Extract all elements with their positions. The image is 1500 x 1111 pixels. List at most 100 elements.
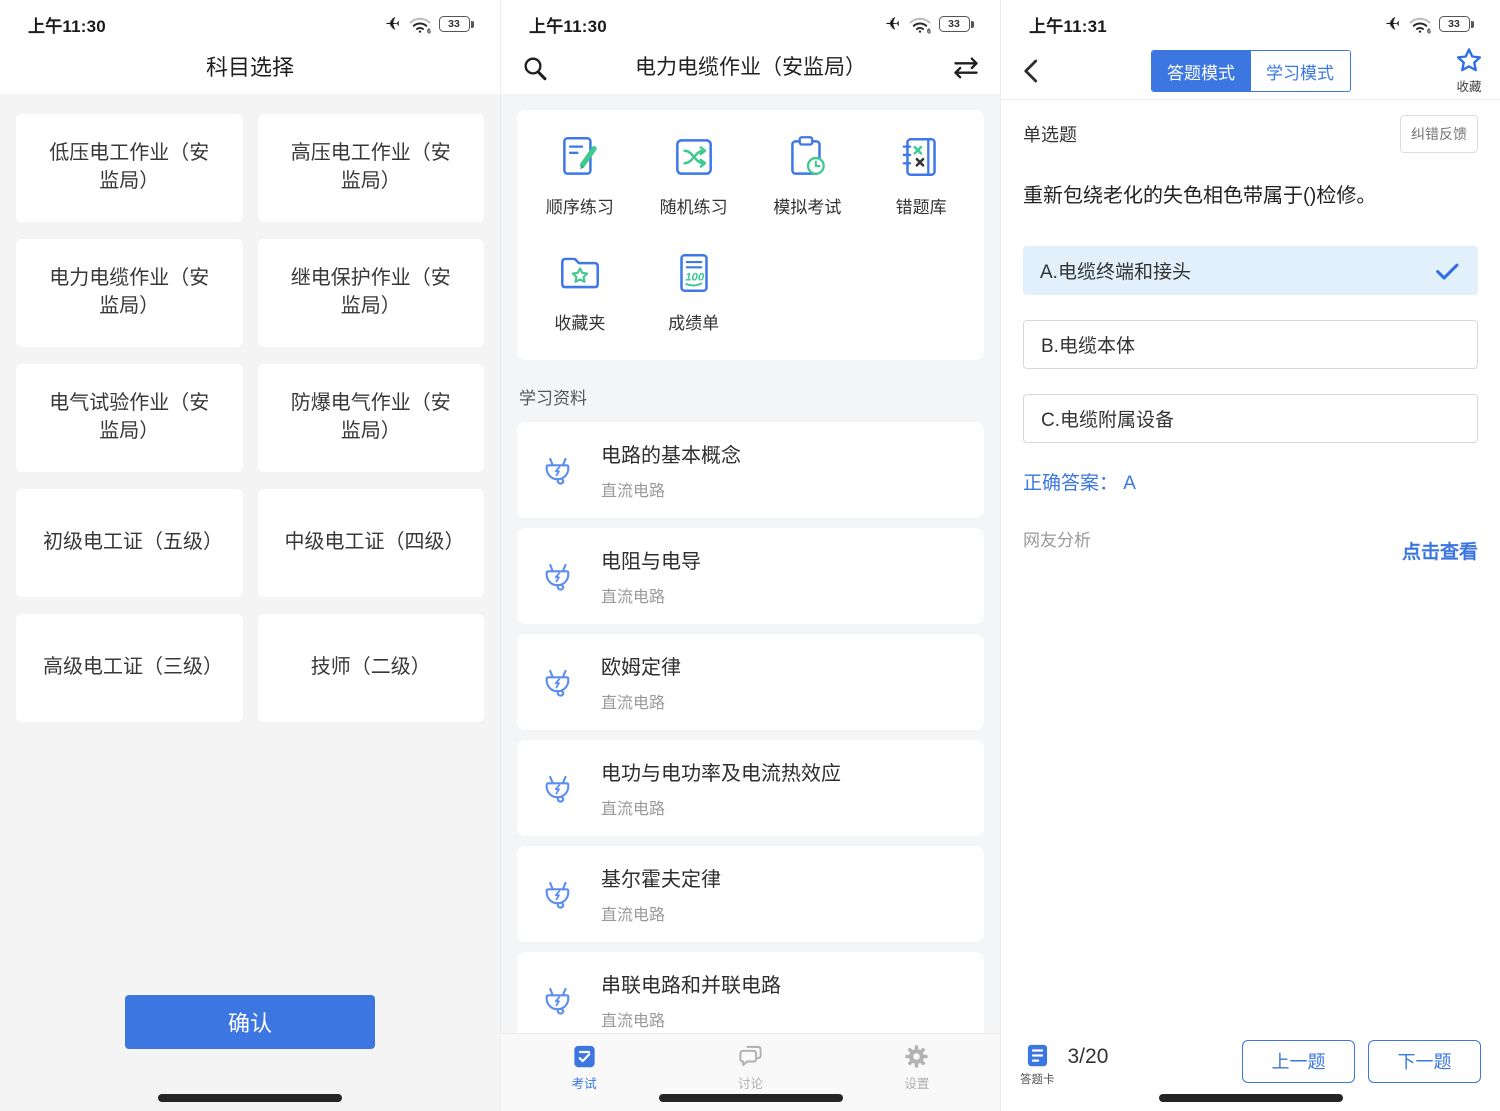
- plug-icon: [537, 767, 579, 809]
- subject-card-junior-cert[interactable]: 初级电工证（五级）: [16, 489, 243, 597]
- plug-icon: [537, 555, 579, 597]
- answer-card-button[interactable]: 答题卡: [1020, 1042, 1055, 1087]
- answer-card-icon: [1024, 1042, 1051, 1069]
- status-icons: ✈ 6 33: [1385, 15, 1474, 34]
- error-feedback-button[interactable]: 纠错反馈: [1400, 115, 1478, 153]
- action-favorites-folder[interactable]: 收藏夹: [523, 248, 637, 334]
- view-analysis-link[interactable]: 点击查看: [1402, 537, 1478, 564]
- quiz-header: 答题模式 学习模式 收藏: [1001, 48, 1500, 100]
- settings-gear-icon: [903, 1043, 930, 1070]
- mode-switch: 答题模式 学习模式: [1151, 50, 1351, 92]
- tab-settings[interactable]: 设置: [834, 1034, 1000, 1111]
- airplane-mode-icon: ✈: [885, 15, 900, 33]
- battery-icon: 33: [939, 16, 975, 32]
- question-type-label: 单选题: [1023, 121, 1077, 147]
- svg-text:6: 6: [1427, 28, 1431, 34]
- star-icon: [1454, 46, 1484, 76]
- folder-star-icon: [555, 248, 605, 298]
- confirm-button[interactable]: 确认: [125, 995, 375, 1049]
- status-icons: ✈ 6 33: [885, 15, 974, 34]
- subject-grid: 低压电工作业（安监局） 高压电工作业（安监局） 电力电缆作业（安监局） 继电保护…: [16, 114, 484, 722]
- screen-course-home: 上午11:30 ✈ 6 33 电力电缆作业（安监局）: [500, 0, 1000, 1111]
- plug-icon: [537, 979, 579, 1021]
- next-question-button[interactable]: 下一题: [1368, 1040, 1481, 1083]
- subject-card-relay-protection[interactable]: 继电保护作业（安监局）: [258, 239, 485, 347]
- status-bar: 上午11:31 ✈ 6 33: [1001, 0, 1500, 48]
- tab-exam[interactable]: 考试: [501, 1034, 667, 1111]
- subject-card-intermediate-cert[interactable]: 中级电工证（四级）: [258, 489, 485, 597]
- home-indicator: [659, 1094, 843, 1102]
- svg-text:6: 6: [927, 28, 931, 34]
- material-item-basic-concepts[interactable]: 电路的基本概念 直流电路: [517, 422, 984, 518]
- course-title: 电力电缆作业（安监局）: [501, 48, 1000, 88]
- exam-tab-icon: [571, 1043, 598, 1070]
- plug-icon: [537, 661, 579, 703]
- status-time: 上午11:30: [28, 12, 106, 37]
- battery-icon: 33: [1439, 16, 1475, 32]
- subject-card-electrical-test[interactable]: 电气试验作业（安监局）: [16, 364, 243, 472]
- checkmark-icon: [1433, 257, 1461, 285]
- status-icons: ✈ 6 33: [385, 15, 474, 34]
- correct-answer-label: 正确答案： A: [1023, 468, 1478, 495]
- question-area: 单选题 纠错反馈 重新包绕老化的失色相色带属于()检修。 A.电缆终端和接头 B…: [1001, 115, 1500, 564]
- option-a[interactable]: A.电缆终端和接头: [1023, 246, 1478, 295]
- wifi-icon: 6: [908, 15, 932, 34]
- action-random-practice[interactable]: 随机练习: [637, 132, 751, 218]
- material-item-resistance-conductance[interactable]: 电阻与电导 直流电路: [517, 528, 984, 624]
- wifi-icon: 6: [408, 15, 432, 34]
- action-wrong-question-bank[interactable]: 错题库: [864, 132, 978, 218]
- switch-course-icon[interactable]: [952, 54, 980, 82]
- shuffle-icon: [669, 132, 719, 182]
- options-list: A.电缆终端和接头 B.电缆本体 C.电缆附属设备: [1023, 246, 1478, 443]
- airplane-mode-icon: ✈: [385, 15, 400, 33]
- screen-quiz-question: 上午11:31 ✈ 6 33 答题模式 学习模式 收藏: [1000, 0, 1500, 1111]
- subject-card-power-cable[interactable]: 电力电缆作业（安监局）: [16, 239, 243, 347]
- material-item-electric-power[interactable]: 电功与电功率及电流热效应 直流电路: [517, 740, 984, 836]
- screen-subject-select: 上午11:30 ✈ 6 33 科目选择 低压电工作业（安监局） 高压电工作业（安…: [0, 0, 500, 1111]
- tab-answer-mode[interactable]: 答题模式: [1152, 51, 1251, 91]
- tab-study-mode[interactable]: 学习模式: [1251, 51, 1350, 91]
- subject-card-technician[interactable]: 技师（二级）: [258, 614, 485, 722]
- plug-icon: [537, 873, 579, 915]
- question-progress: 3/20: [1068, 1045, 1109, 1069]
- subject-list-area: 低压电工作业（安监局） 高压电工作业（安监局） 电力电缆作业（安监局） 继电保护…: [0, 94, 500, 1111]
- status-time: 上午11:30: [529, 12, 607, 37]
- material-item-kirchhoff-law[interactable]: 基尔霍夫定律 直流电路: [517, 846, 984, 942]
- subject-card-senior-cert[interactable]: 高级电工证（三级）: [16, 614, 243, 722]
- doc-pencil-icon: [555, 132, 605, 182]
- search-icon[interactable]: [521, 54, 549, 82]
- score-sheet-icon: 100: [669, 248, 719, 298]
- subject-card-low-voltage[interactable]: 低压电工作业（安监局）: [16, 114, 243, 222]
- material-item-ohms-law[interactable]: 欧姆定律 直流电路: [517, 634, 984, 730]
- action-mock-exam[interactable]: 模拟考试: [751, 132, 865, 218]
- clipboard-clock-icon: [782, 132, 832, 182]
- course-content: 顺序练习 随机练习 模拟考试: [501, 94, 1000, 1111]
- back-icon[interactable]: [1017, 56, 1047, 86]
- battery-level: 33: [939, 16, 970, 32]
- wifi-icon: 6: [1408, 15, 1432, 34]
- battery-icon: 33: [439, 16, 475, 32]
- option-c[interactable]: C.电缆附属设备: [1023, 394, 1478, 443]
- battery-level: 33: [439, 16, 470, 32]
- subject-card-explosion-proof[interactable]: 防爆电气作业（安监局）: [258, 364, 485, 472]
- favorite-button[interactable]: 收藏: [1454, 46, 1484, 95]
- action-sequential-practice[interactable]: 顺序练习: [523, 132, 637, 218]
- practice-action-panel: 顺序练习 随机练习 模拟考试: [517, 110, 984, 360]
- airplane-mode-icon: ✈: [1385, 15, 1400, 33]
- status-bar: 上午11:30 ✈ 6 33: [0, 0, 500, 48]
- question-text: 重新包绕老化的失色相色带属于()检修。: [1023, 182, 1478, 210]
- previous-question-button[interactable]: 上一题: [1242, 1040, 1355, 1083]
- subject-card-high-voltage[interactable]: 高压电工作业（安监局）: [258, 114, 485, 222]
- page-title: 科目选择: [0, 48, 500, 94]
- svg-text:6: 6: [427, 28, 431, 34]
- action-score-report[interactable]: 100 成绩单: [637, 248, 751, 334]
- option-b[interactable]: B.电缆本体: [1023, 320, 1478, 369]
- svg-text:100: 100: [685, 271, 705, 283]
- home-indicator: [158, 1094, 342, 1102]
- study-materials-heading: 学习资料: [519, 384, 982, 409]
- discussion-tab-icon: [737, 1043, 764, 1070]
- status-time: 上午11:31: [1029, 12, 1107, 37]
- status-bar: 上午11:30 ✈ 6 33: [501, 0, 1000, 48]
- course-header: 电力电缆作业（安监局）: [501, 48, 1000, 94]
- netizen-analysis-label: 网友分析: [1023, 526, 1091, 551]
